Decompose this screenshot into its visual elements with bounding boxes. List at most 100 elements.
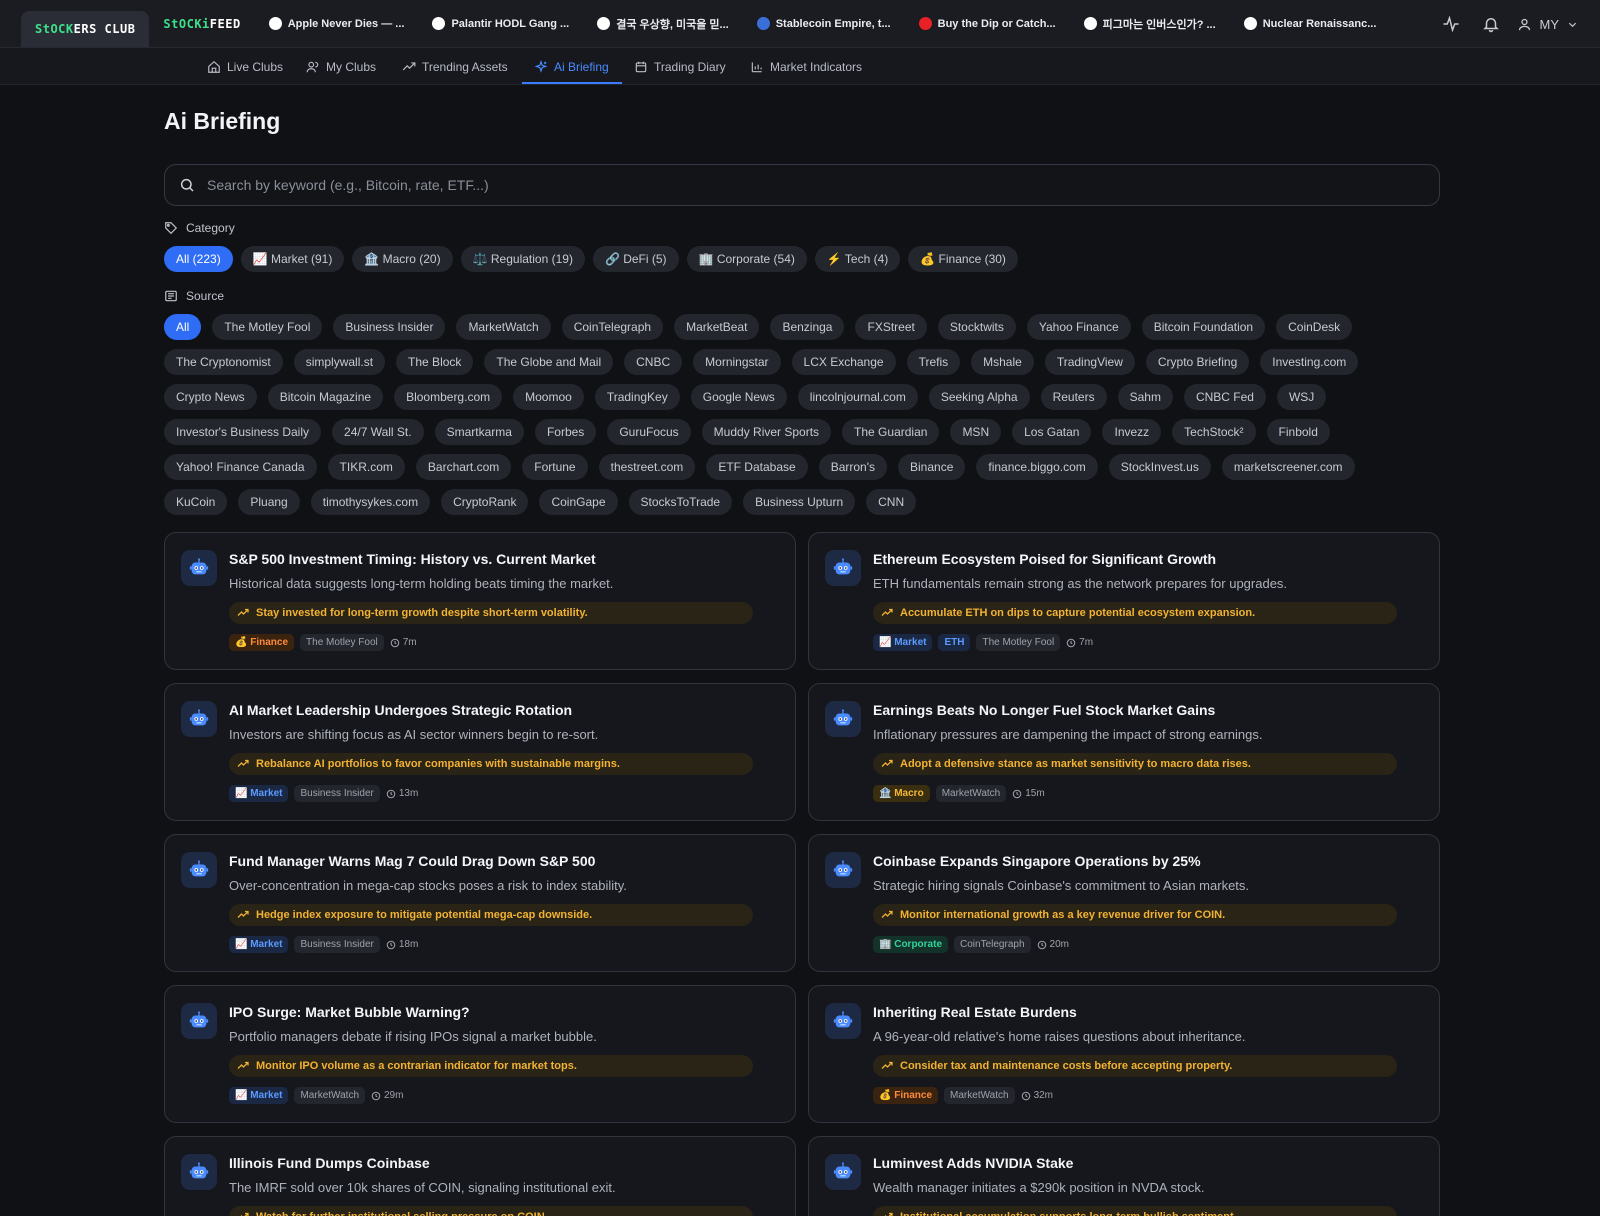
source-chip[interactable]: CNBC bbox=[624, 349, 683, 375]
source-chip[interactable]: CoinDesk bbox=[1276, 314, 1353, 340]
source-chip[interactable]: Bitcoin Magazine bbox=[267, 384, 384, 410]
source-chip[interactable]: finance.biggo.com bbox=[976, 454, 1098, 480]
briefing-card[interactable]: Fund Manager Warns Mag 7 Could Drag Down… bbox=[164, 834, 796, 972]
source-chip[interactable]: KuCoin bbox=[164, 489, 228, 515]
club-tab[interactable]: Apple Never Dies — ... bbox=[255, 0, 419, 48]
source-chip[interactable]: The Guardian bbox=[842, 419, 940, 445]
source-chip[interactable]: Reuters bbox=[1040, 384, 1107, 410]
source-chip[interactable]: MarketWatch bbox=[456, 314, 551, 340]
nav-live-clubs[interactable]: Live Clubs bbox=[207, 48, 283, 85]
category-badge[interactable]: 🏦 Macro bbox=[873, 785, 930, 802]
source-chip[interactable]: Stocktwits bbox=[937, 314, 1016, 340]
source-chip[interactable]: Bitcoin Foundation bbox=[1141, 314, 1266, 340]
source-chip[interactable]: Morningstar bbox=[693, 349, 781, 375]
briefing-card[interactable]: Earnings Beats No Longer Fuel Stock Mark… bbox=[808, 683, 1440, 821]
source-chip[interactable]: All bbox=[164, 314, 202, 340]
nav-market-indicators[interactable]: Market Indicators bbox=[750, 48, 862, 85]
source-chip[interactable]: MarketBeat bbox=[674, 314, 760, 340]
briefing-card[interactable]: IPO Surge: Market Bubble Warning? Portfol… bbox=[164, 985, 796, 1123]
bell-icon[interactable] bbox=[1471, 0, 1511, 48]
user-menu[interactable]: MY bbox=[1511, 17, 1600, 32]
category-chip[interactable]: ⚡ Tech (4) bbox=[814, 246, 901, 272]
source-chip[interactable]: ETF Database bbox=[706, 454, 808, 480]
source-chip[interactable]: timothysykes.com bbox=[310, 489, 431, 515]
category-chip[interactable]: 🔗 DeFi (5) bbox=[592, 246, 679, 272]
briefing-card[interactable]: Luminvest Adds NVIDIA Stake Wealth manage… bbox=[808, 1136, 1440, 1216]
category-badge[interactable]: 🏢 Corporate bbox=[873, 936, 949, 953]
category-badge[interactable]: 💰 Finance bbox=[873, 1087, 939, 1104]
source-chip[interactable]: WSJ bbox=[1276, 384, 1327, 410]
source-chip[interactable]: Barchart.com bbox=[415, 454, 512, 480]
nav-my-clubs[interactable]: My Clubs bbox=[306, 48, 376, 85]
source-chip[interactable]: CNN bbox=[866, 489, 917, 515]
source-chip[interactable]: CoinTelegraph bbox=[561, 314, 664, 340]
source-chip[interactable]: Invezz bbox=[1102, 419, 1162, 445]
source-chip[interactable]: lincolnjournal.com bbox=[797, 384, 918, 410]
club-tab[interactable]: 결국 우상향, 미국을 믿... bbox=[583, 0, 742, 48]
briefing-card[interactable]: Ethereum Ecosystem Poised for Significan… bbox=[808, 532, 1440, 670]
source-chip[interactable]: marketscreener.com bbox=[1221, 454, 1355, 480]
source-chip[interactable]: Trefis bbox=[906, 349, 961, 375]
category-badge[interactable]: 💰 Finance bbox=[229, 634, 295, 651]
source-chip[interactable]: Yahoo Finance bbox=[1026, 314, 1131, 340]
source-chip[interactable]: StockInvest.us bbox=[1108, 454, 1211, 480]
source-chip[interactable]: Binance bbox=[898, 454, 966, 480]
source-chip[interactable]: Benzinga bbox=[770, 314, 845, 340]
source-chip[interactable]: TechStock² bbox=[1172, 419, 1256, 445]
category-badge[interactable]: 📈 Market bbox=[873, 634, 933, 651]
source-chip[interactable]: Sahm bbox=[1117, 384, 1173, 410]
source-chip[interactable]: TradingView bbox=[1044, 349, 1135, 375]
source-chip[interactable]: TradingKey bbox=[594, 384, 680, 410]
category-chip[interactable]: All (223) bbox=[164, 246, 233, 272]
stocki-feed-tab[interactable]: StOCKi FEED bbox=[149, 6, 254, 42]
category-badge[interactable]: 📈 Market bbox=[229, 936, 289, 953]
club-tab[interactable]: Palantir HODL Gang ... bbox=[418, 0, 583, 48]
source-chip[interactable]: Barron's bbox=[818, 454, 887, 480]
stockers-club-tab[interactable]: StOCK ERS CLUB bbox=[21, 11, 150, 47]
club-tab[interactable]: Buy the Dip or Catch... bbox=[905, 0, 1070, 48]
source-chip[interactable]: GuruFocus bbox=[607, 419, 691, 445]
source-chip[interactable]: Crypto Briefing bbox=[1145, 349, 1250, 375]
source-chip[interactable]: thestreet.com bbox=[598, 454, 696, 480]
source-chip[interactable]: Forbes bbox=[534, 419, 597, 445]
source-chip[interactable]: Finbold bbox=[1266, 419, 1330, 445]
category-badge[interactable]: 📈 Market bbox=[229, 1087, 289, 1104]
source-chip[interactable]: Pluang bbox=[238, 489, 300, 515]
category-chip[interactable]: 💰 Finance (30) bbox=[908, 246, 1018, 272]
source-chip[interactable]: Investor's Business Daily bbox=[164, 419, 322, 445]
category-chip[interactable]: 🏢 Corporate (54) bbox=[686, 246, 807, 272]
source-chip[interactable]: FXStreet bbox=[855, 314, 927, 340]
category-badge[interactable]: 📈 Market bbox=[229, 785, 289, 802]
source-chip[interactable]: Bloomberg.com bbox=[394, 384, 503, 410]
source-chip[interactable]: LCX Exchange bbox=[791, 349, 896, 375]
source-chip[interactable]: CNBC Fed bbox=[1183, 384, 1266, 410]
briefing-card[interactable]: S&P 500 Investment Timing: History vs. C… bbox=[164, 532, 796, 670]
briefing-card[interactable]: AI Market Leadership Undergoes Strategic… bbox=[164, 683, 796, 821]
source-chip[interactable]: 24/7 Wall St. bbox=[332, 419, 424, 445]
source-chip[interactable]: Muddy River Sports bbox=[701, 419, 832, 445]
source-chip[interactable]: Investing.com bbox=[1260, 349, 1359, 375]
source-chip[interactable]: Google News bbox=[690, 384, 787, 410]
source-chip[interactable]: Yahoo! Finance Canada bbox=[164, 454, 317, 480]
nav-trading-diary[interactable]: Trading Diary bbox=[634, 48, 726, 85]
source-chip[interactable]: The Motley Fool bbox=[212, 314, 323, 340]
source-chip[interactable]: Moomoo bbox=[513, 384, 584, 410]
source-chip[interactable]: Mshale bbox=[971, 349, 1034, 375]
category-chip[interactable]: ⚖️ Regulation (19) bbox=[460, 246, 585, 272]
source-chip[interactable]: CoinGape bbox=[539, 489, 618, 515]
source-chip[interactable]: CryptoRank bbox=[441, 489, 529, 515]
nav-ai-briefing[interactable]: Ai Briefing bbox=[534, 48, 609, 85]
source-chip[interactable]: Los Gatan bbox=[1012, 419, 1092, 445]
source-chip[interactable]: Seeking Alpha bbox=[928, 384, 1030, 410]
club-tab[interactable]: Nuclear Renaissanc... bbox=[1230, 0, 1391, 48]
source-chip[interactable]: Business Upturn bbox=[743, 489, 856, 515]
source-chip[interactable]: Fortune bbox=[522, 454, 588, 480]
search-box[interactable] bbox=[164, 164, 1440, 206]
source-chip[interactable]: Smartkarma bbox=[434, 419, 524, 445]
source-chip[interactable]: The Globe and Mail bbox=[484, 349, 614, 375]
source-chip[interactable]: Business Insider bbox=[333, 314, 446, 340]
briefing-card[interactable]: Illinois Fund Dumps Coinbase The IMRF sol… bbox=[164, 1136, 796, 1216]
search-input[interactable] bbox=[207, 177, 1387, 193]
source-chip[interactable]: The Block bbox=[396, 349, 474, 375]
nav-trending-assets[interactable]: Trending Assets bbox=[402, 48, 508, 85]
